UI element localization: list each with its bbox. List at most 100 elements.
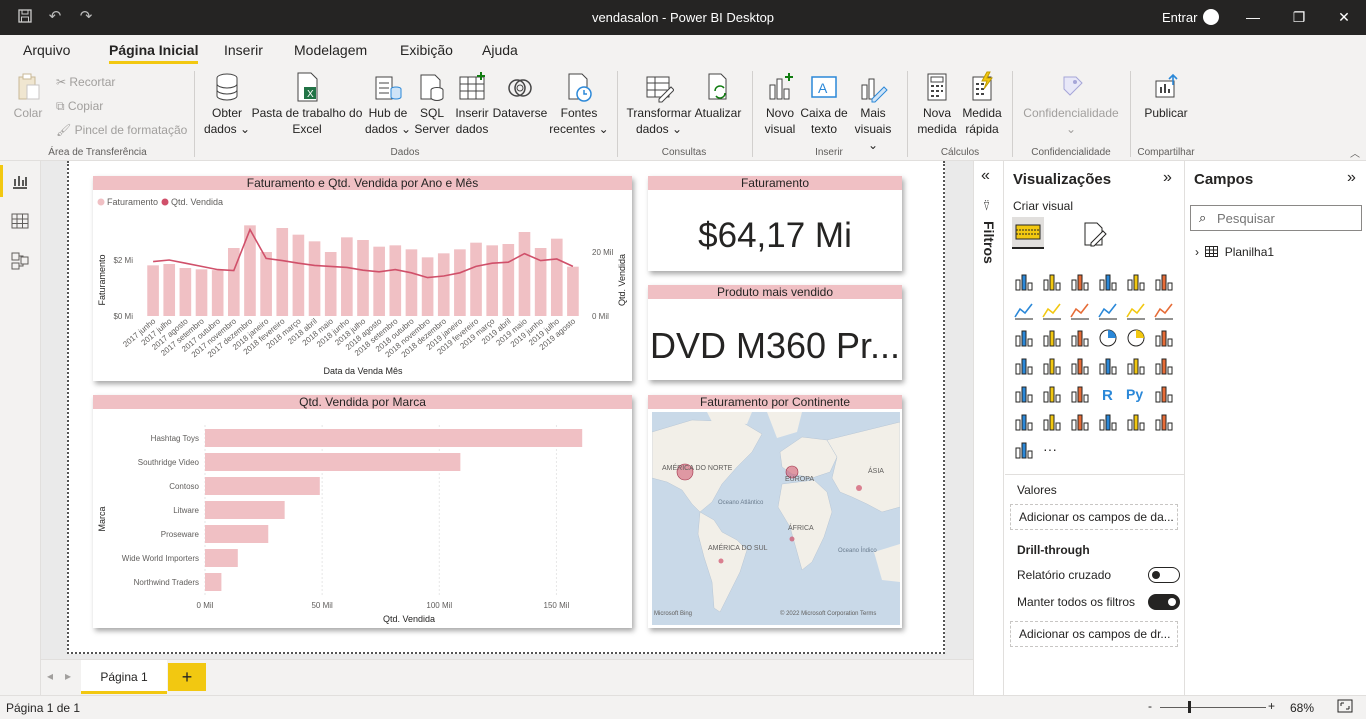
multi-row-card-icon[interactable] [1125,355,1147,377]
data-hub-button[interactable]: Hub de dados ⌄ [364,71,412,137]
report-view-icon[interactable] [10,171,30,191]
new-visual-button[interactable]: Novo visual [758,71,802,137]
scatter-icon[interactable] [1069,327,1091,349]
fit-page-icon[interactable] [1337,699,1353,716]
tab-arquivo[interactable]: Arquivo [23,42,70,58]
search-input[interactable] [1217,209,1357,227]
excel-workbook-button[interactable]: X Pasta de trabalho do Excel [250,71,364,137]
build-visual-tab[interactable] [1012,217,1044,249]
transform-data-button[interactable]: Transformar dados ⌄ [625,71,693,137]
table-icon[interactable] [1041,383,1063,405]
clustered-bar-icon[interactable] [1069,271,1091,293]
map-icon[interactable] [1013,355,1035,377]
treemap-icon[interactable] [1153,327,1175,349]
quick-measure-button[interactable]: Medida rápida [958,71,1006,137]
pie-chart-icon[interactable] [1097,327,1119,349]
paste-button[interactable]: Colar [10,71,46,121]
map-visual[interactable]: Faturamento por Continente AMÉRICA DO NO… [648,395,902,628]
more-icon[interactable]: ··· [1041,439,1063,461]
python-visual-icon[interactable]: Py [1125,383,1147,405]
filters-pane[interactable]: « ⍢ Filtros [973,161,1004,695]
collapse-ribbon-icon[interactable]: ︿ [1350,145,1360,160]
sql-server-button[interactable]: SQL Server [412,71,452,137]
tab-inserir[interactable]: Inserir [224,42,263,58]
keep-filters-toggle[interactable] [1148,594,1180,610]
area-chart-icon[interactable] [1041,299,1063,321]
funnel-icon[interactable] [1041,327,1063,349]
dataverse-button[interactable]: Dataverse [492,71,548,121]
next-page-icon[interactable]: ▸ [65,669,71,683]
stacked-column-icon[interactable] [1041,271,1063,293]
prev-page-icon[interactable]: ◂ [47,669,53,683]
maximize-icon[interactable]: ❐ [1284,6,1314,28]
stacked-area-icon[interactable] [1069,299,1091,321]
card-icon[interactable] [1097,355,1119,377]
textbox-button[interactable]: A Caixa de texto [800,71,848,137]
line-column-icon[interactable] [1097,299,1119,321]
tab-pagina-inicial[interactable]: Página Inicial [109,42,199,64]
fields-search[interactable]: ⌕ [1190,205,1362,231]
get-data-button[interactable]: Obter dados ⌄ [200,71,254,137]
signin-link[interactable]: Entrar [1162,10,1197,25]
power-automate-icon[interactable] [1013,439,1035,461]
add-page-button[interactable]: + [168,663,206,691]
clustered-column-icon[interactable] [1097,271,1119,293]
zoom-slider[interactable] [1160,707,1266,708]
narrative-icon[interactable] [1069,411,1091,433]
format-painter-button[interactable]: 🖌 Pincel de formatação [56,123,187,137]
100-bar-icon[interactable] [1125,271,1147,293]
slicer-icon[interactable] [1013,383,1035,405]
tab-modelagem[interactable]: Modelagem [294,42,367,58]
matrix-icon[interactable] [1069,383,1091,405]
zoom-slider-thumb[interactable] [1188,701,1191,713]
zoom-out-icon[interactable]: - [1148,699,1152,713]
format-visual-tab[interactable] [1079,219,1109,249]
copy-button[interactable]: ⧉ Copiar [56,99,103,114]
paginated-report-icon[interactable] [1097,411,1119,433]
more-visuals-button[interactable]: Mais visuais ⌄ [848,71,898,153]
expand-filters-icon[interactable]: « [981,167,990,185]
new-measure-button[interactable]: Nova medida [914,71,960,137]
tab-ajuda[interactable]: Ajuda [482,42,518,58]
tab-exibicao[interactable]: Exibição [400,42,453,58]
cross-report-toggle[interactable] [1148,567,1180,583]
collapse-vis-icon[interactable]: » [1163,169,1172,187]
kpi-card-faturamento[interactable]: Faturamento $64,17 Mi [648,176,902,271]
table-planilha1[interactable]: › Planilha1 [1195,245,1274,259]
avatar[interactable] [1203,9,1219,25]
line-chart-icon[interactable] [1013,299,1035,321]
line-clustered-icon[interactable] [1125,299,1147,321]
gauge-icon[interactable] [1069,355,1091,377]
power-apps-icon[interactable] [1153,411,1175,433]
cut-button[interactable]: ✂ Recortar [56,75,115,89]
zoom-in-icon[interactable]: + [1268,699,1275,713]
decomposition-tree-icon[interactable] [1013,411,1035,433]
r-visual-icon[interactable]: R [1097,383,1119,405]
chevron-right-icon[interactable]: › [1195,245,1199,259]
bar-chart-visual[interactable]: Qtd. Vendida por Marca Hashtag Toys South… [93,395,632,628]
minimize-icon[interactable]: — [1238,6,1268,28]
values-drop-zone[interactable]: Adicionar os campos de da... [1010,504,1178,530]
model-view-icon[interactable] [10,251,30,271]
stacked-bar-icon[interactable] [1013,271,1035,293]
100-column-icon[interactable] [1153,271,1175,293]
combo-chart-visual[interactable]: Faturamento e Qtd. Vendida por Ano e Mês… [93,176,632,381]
sensitivity-button[interactable]: Confidencialidade ⌄ [1018,71,1124,137]
recent-sources-button[interactable]: Fontes recentes ⌄ [548,71,610,137]
waterfall-icon[interactable] [1013,327,1035,349]
qa-visual-icon[interactable] [1041,411,1063,433]
donut-chart-icon[interactable] [1125,327,1147,349]
key-influencers-icon[interactable] [1153,383,1175,405]
kpi-icon[interactable] [1153,355,1175,377]
filled-map-icon[interactable] [1041,355,1063,377]
close-icon[interactable]: ✕ [1329,6,1359,28]
insert-data-button[interactable]: Inserir dados [452,71,492,137]
drillthrough-drop-zone[interactable]: Adicionar os campos de dr... [1010,621,1178,647]
arcgis-map-icon[interactable] [1125,411,1147,433]
collapse-fields-icon[interactable]: » [1347,169,1356,187]
kpi-card-produto[interactable]: Produto mais vendido DVD M360 Pr... [648,285,902,380]
ribbon-chart-icon[interactable] [1153,299,1175,321]
refresh-button[interactable]: Atualizar [693,71,743,121]
publish-button[interactable]: Publicar [1136,71,1196,121]
data-view-icon[interactable] [10,211,30,231]
